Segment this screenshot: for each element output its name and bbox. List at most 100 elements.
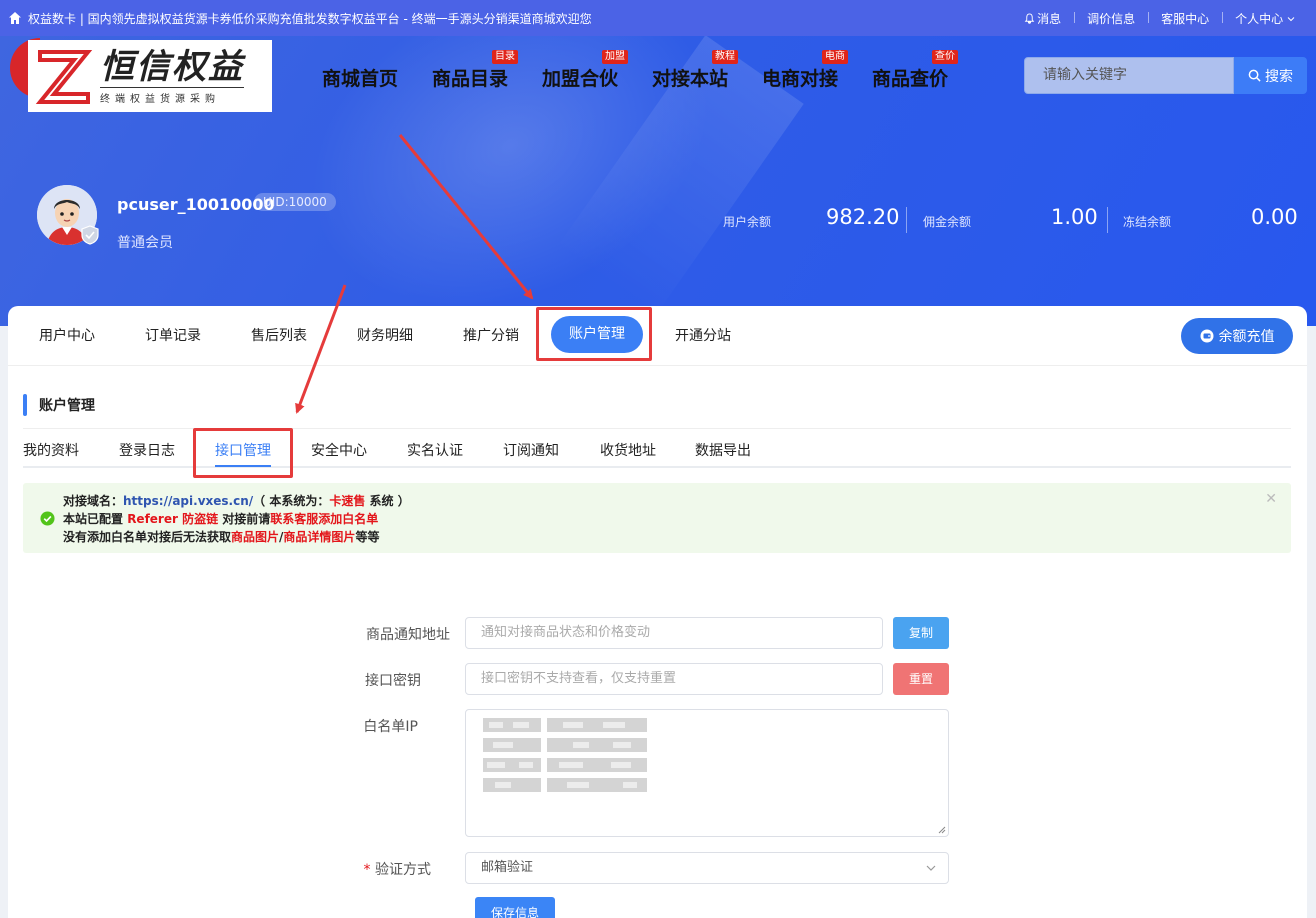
- nav-price-check[interactable]: 商品查价 查价: [872, 50, 982, 91]
- system-name: 卡速售: [329, 494, 366, 508]
- top-links: 消息 调价信息 客服中心 个人中心: [1011, 10, 1308, 27]
- referer-text: Referer 防盗链: [127, 512, 219, 526]
- bell-icon: [1024, 12, 1035, 24]
- nav-label: 商品目录: [432, 68, 509, 90]
- nav-badge: 查价: [932, 50, 958, 64]
- success-check-icon: [40, 511, 55, 526]
- main-card: 用户中心 订单记录 售后列表 财务明细 推广分销 账户管理 开通分站 余额充值 …: [8, 306, 1307, 918]
- username: pcuser_10010000: [117, 195, 275, 214]
- copy-button[interactable]: 复制: [893, 617, 949, 649]
- section-accent: [23, 394, 27, 416]
- info-alert: 对接域名：https://api.vxes.cn/（ 本系统为：卡速售 系统 ）…: [23, 483, 1291, 553]
- nav-label: 商品查价: [872, 68, 949, 90]
- price-adjust-link[interactable]: 调价信息: [1074, 10, 1148, 27]
- search-icon: [1248, 69, 1261, 82]
- api-domain-link[interactable]: https://api.vxes.cn/: [123, 494, 253, 508]
- nav-label: 商城首页: [322, 68, 399, 90]
- main-tabs: 用户中心 订单记录 售后列表 财务明细 推广分销 账户管理 开通分站 余额充值: [8, 306, 1307, 366]
- nav-label: 电商对接: [762, 68, 839, 90]
- nav-label: 加盟合伙: [542, 68, 619, 90]
- tab-after-sales[interactable]: 售后列表: [251, 325, 307, 345]
- wallet-icon: [1200, 329, 1213, 343]
- stat-label: 用户余额: [723, 215, 772, 229]
- alert-text: （ 本系统为：: [253, 494, 330, 508]
- stat-value: 0.00: [1251, 205, 1298, 229]
- subtab-profile[interactable]: 我的资料: [23, 440, 79, 460]
- chevron-down-icon: [1287, 16, 1295, 21]
- stat-divider: [906, 207, 907, 233]
- chevron-down-icon: [926, 865, 936, 871]
- api-key-label: 接口密钥: [365, 673, 421, 689]
- personal-center-link[interactable]: 个人中心: [1222, 10, 1308, 27]
- stat-label: 佣金余额: [923, 215, 972, 229]
- home-icon[interactable]: [8, 11, 22, 25]
- product-image-text: 商品图片: [231, 530, 280, 544]
- notify-url-label: 商品通知地址: [366, 627, 450, 643]
- nav-franchise[interactable]: 加盟合伙 加盟: [542, 50, 652, 91]
- verify-method-text: 验证方式: [375, 862, 431, 878]
- required-asterisk: *: [363, 862, 371, 878]
- alert-text: 等等: [355, 530, 380, 544]
- alert-line-warning: 没有添加白名单对接后无法获取商品图片/商品详情图片等等: [63, 528, 379, 545]
- tab-finance[interactable]: 财务明细: [357, 325, 413, 345]
- member-level: 普通会员: [117, 235, 173, 251]
- personal-center-label: 个人中心: [1235, 11, 1284, 26]
- alert-line-domain: 对接域名：https://api.vxes.cn/（ 本系统为：卡速售 系统 ）: [63, 492, 410, 509]
- subtab-export[interactable]: 数据导出: [695, 440, 751, 460]
- site-logo[interactable]: 恒信权益 终端权益货源采购: [28, 40, 272, 112]
- whitelist-ip-label: 白名单IP: [363, 719, 418, 735]
- nav-connect[interactable]: 对接本站 教程: [652, 50, 762, 91]
- search-bar: 请输入关键字 搜索: [1024, 57, 1307, 94]
- section-header: 账户管理: [23, 394, 95, 416]
- uid-badge: UID:10000: [254, 193, 336, 211]
- alert-text: 本站已配置: [63, 512, 128, 526]
- save-button[interactable]: 保存信息: [475, 897, 555, 918]
- highlight-box: [193, 428, 293, 478]
- alert-text: 没有添加白名单对接后无法获取: [63, 530, 232, 544]
- alert-text: 对接前请: [218, 512, 271, 526]
- search-button[interactable]: 搜索: [1234, 57, 1307, 94]
- verify-method-value: 邮箱验证: [481, 860, 534, 875]
- close-icon[interactable]: ✕: [1265, 491, 1277, 507]
- tab-orders[interactable]: 订单记录: [145, 325, 201, 345]
- messages-link[interactable]: 消息: [1011, 10, 1074, 27]
- subtab-login-log[interactable]: 登录日志: [119, 440, 175, 460]
- alert-text: 系统 ）: [365, 494, 410, 508]
- subtab-real-name[interactable]: 实名认证: [407, 440, 463, 460]
- top-bar: 权益数卡 | 国内领先虚拟权益货源卡券低价采购充值批发数字权益平台 - 终端一手…: [0, 0, 1316, 36]
- search-input[interactable]: 请输入关键字: [1024, 57, 1234, 94]
- highlight-box: [536, 307, 652, 361]
- tab-user-center[interactable]: 用户中心: [39, 325, 95, 345]
- logo-text: 恒信权益 终端权益货源采购: [100, 47, 244, 105]
- api-key-input[interactable]: 接口密钥不支持查看，仅支持重置: [465, 663, 883, 695]
- subtab-security[interactable]: 安全中心: [311, 440, 367, 460]
- alert-line-referer: 本站已配置 Referer 防盗链 对接前请联系客服添加白名单: [63, 510, 378, 527]
- whitelist-ip-textarea[interactable]: [465, 709, 949, 837]
- nav-home[interactable]: 商城首页: [322, 50, 432, 91]
- subtab-subscription[interactable]: 订阅通知: [503, 440, 559, 460]
- logo-subtitle: 终端权益货源采购: [100, 87, 244, 105]
- nav-badge: 电商: [822, 50, 848, 64]
- stat-label: 冻结余额: [1123, 215, 1172, 229]
- verify-method-label: * 验证方式: [311, 859, 431, 879]
- detail-image-text: 商品详情图片: [283, 530, 356, 544]
- verify-method-select[interactable]: 邮箱验证: [465, 852, 949, 884]
- contact-service-text: 联系客服添加白名单: [270, 512, 379, 526]
- service-center-link[interactable]: 客服中心: [1148, 10, 1222, 27]
- notify-url-input[interactable]: 通知对接商品状态和价格变动: [465, 617, 883, 649]
- site-announcement: 权益数卡 | 国内领先虚拟权益货源卡券低价采购充值批发数字权益平台 - 终端一手…: [28, 11, 592, 26]
- nav-catalog[interactable]: 商品目录 目录: [432, 50, 542, 91]
- subtab-address[interactable]: 收货地址: [600, 440, 656, 460]
- nav-badge: 目录: [492, 50, 518, 64]
- nav-badge: 加盟: [602, 50, 628, 64]
- resize-handle-icon[interactable]: [937, 825, 946, 834]
- nav-ecommerce[interactable]: 电商对接 电商: [762, 50, 872, 91]
- blurred-ip-list: [483, 718, 647, 792]
- recharge-button[interactable]: 余额充值: [1181, 318, 1293, 354]
- tab-promotion[interactable]: 推广分销: [463, 325, 519, 345]
- main-nav: 商城首页 商品目录 目录 加盟合伙 加盟 对接本站 教程 电商对接 电商 商品查价 查价: [322, 50, 982, 91]
- stat-divider: [1107, 207, 1108, 233]
- stat-value: 982.20: [826, 205, 900, 229]
- reset-button[interactable]: 重置: [893, 663, 949, 695]
- tab-open-substation[interactable]: 开通分站: [675, 325, 731, 345]
